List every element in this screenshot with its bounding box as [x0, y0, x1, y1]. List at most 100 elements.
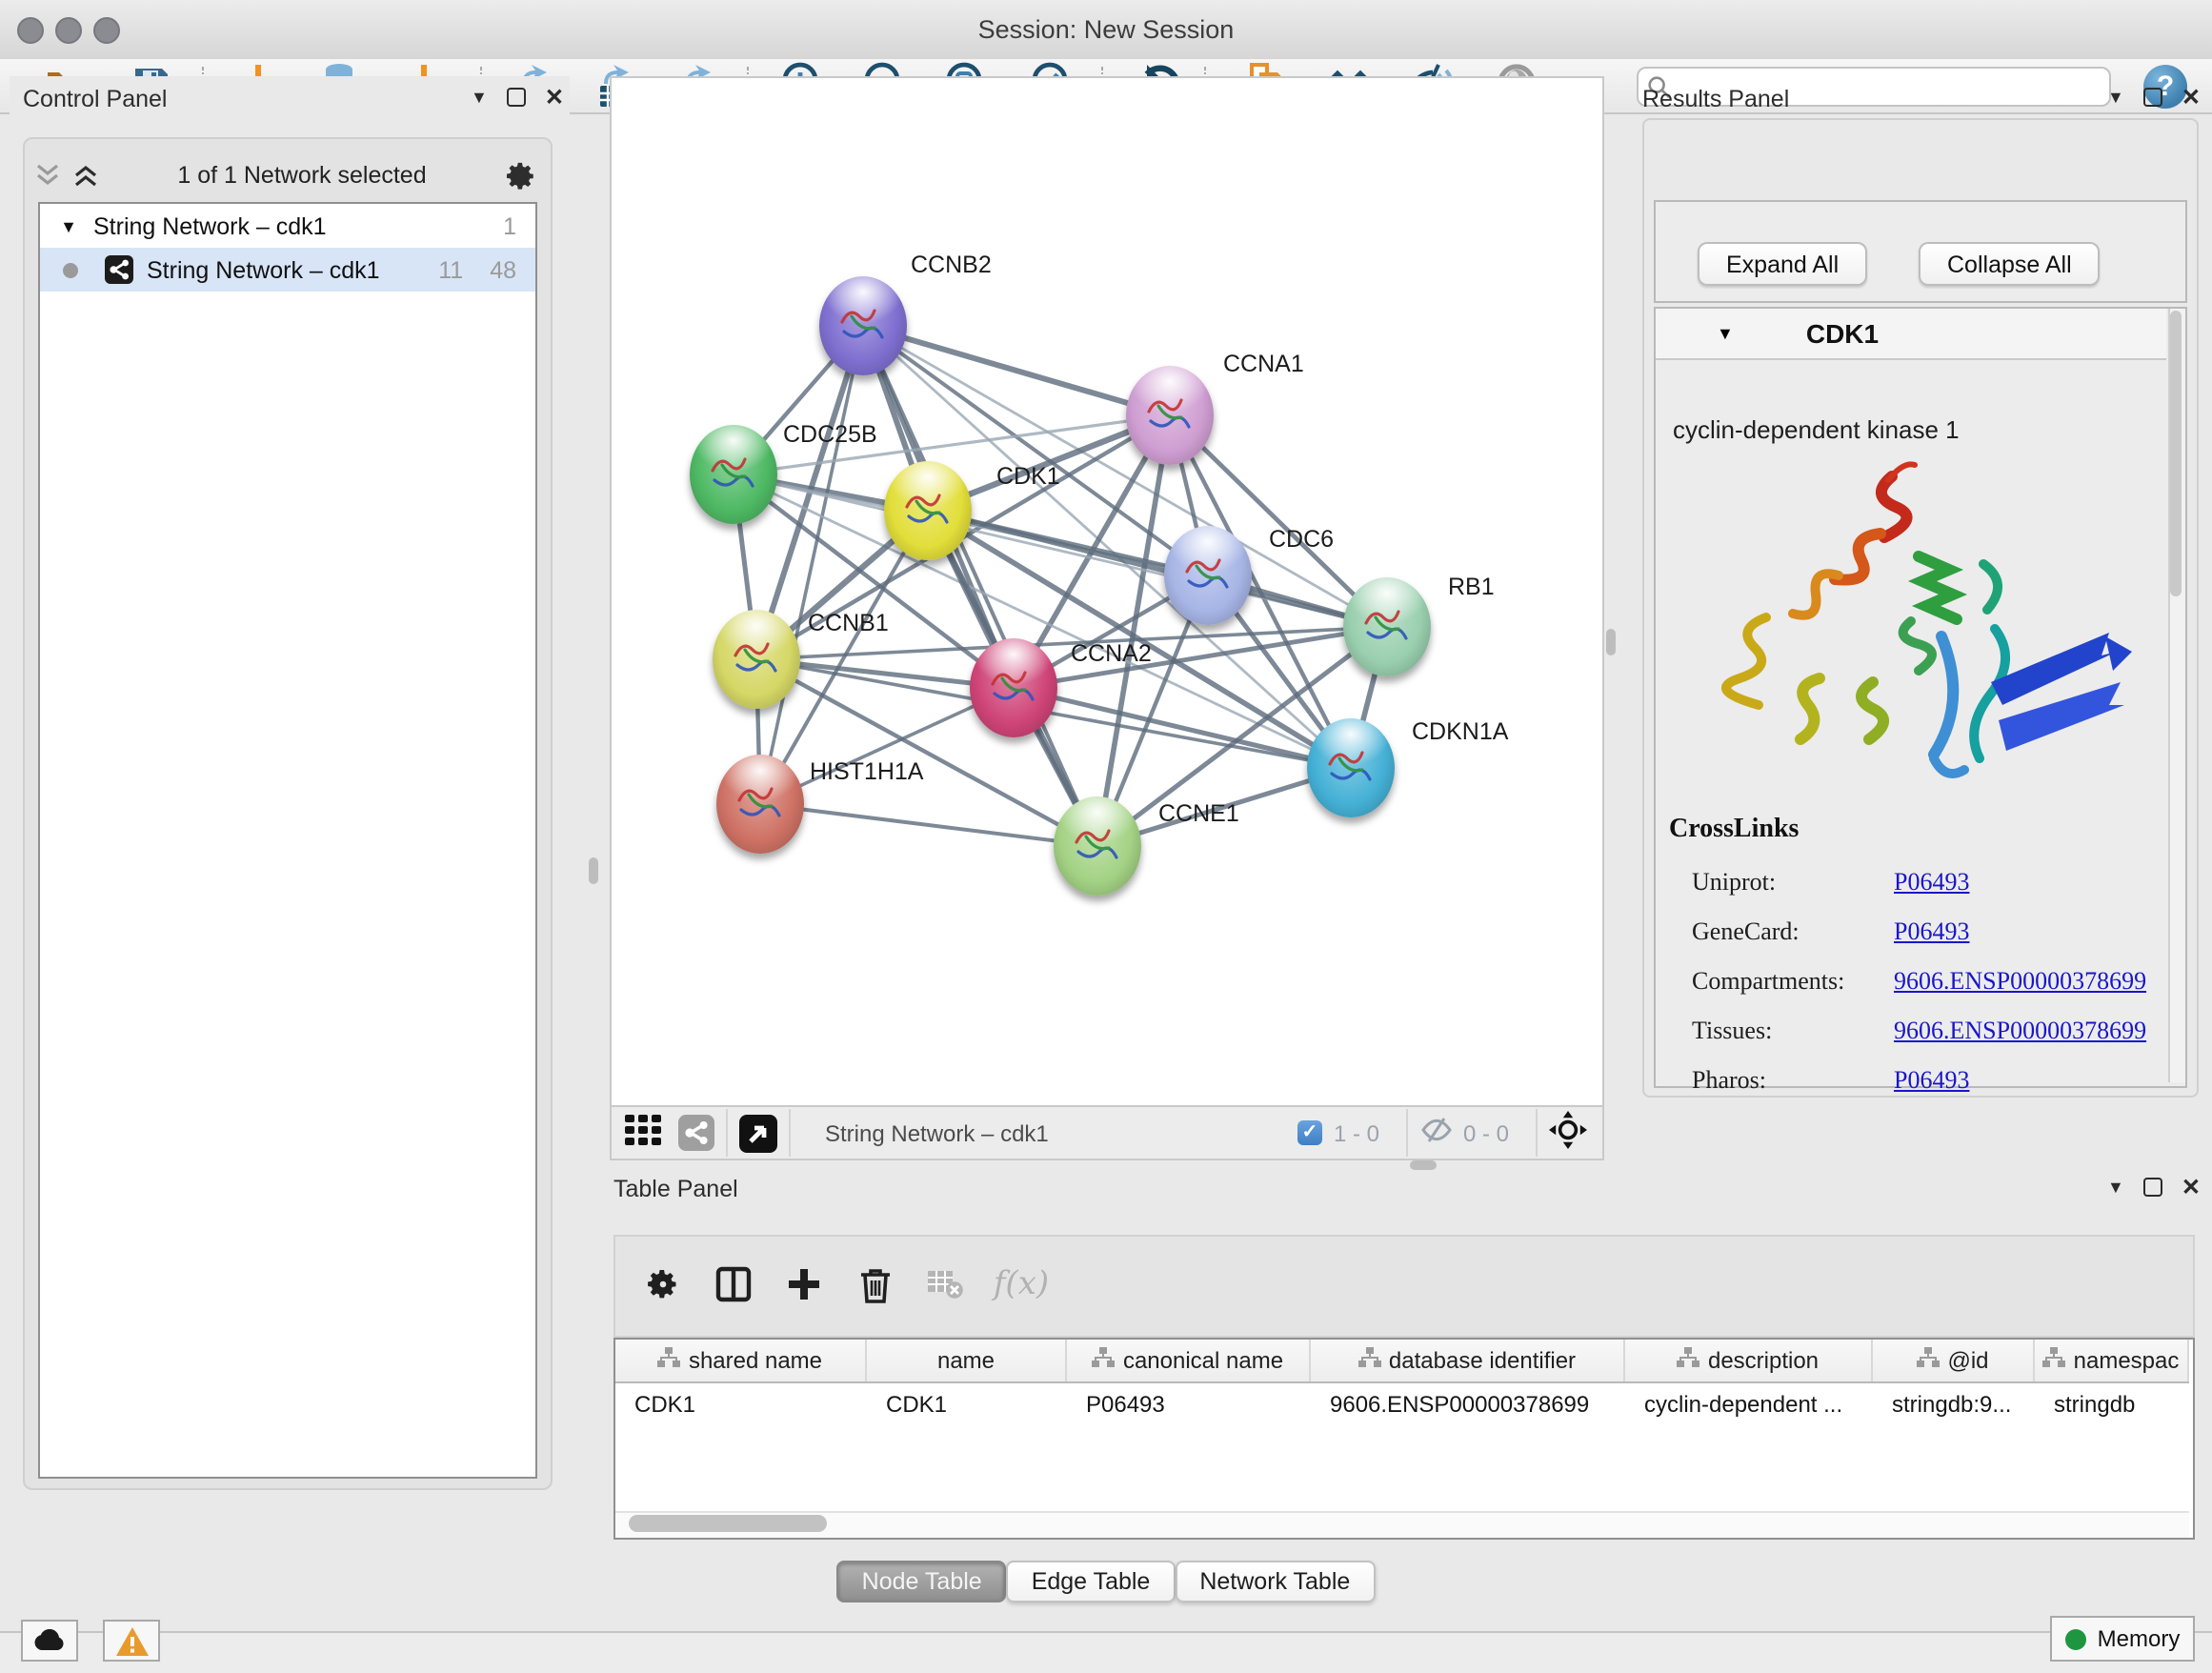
crosslink-link[interactable]: P06493	[1894, 917, 1969, 947]
column-type-icon	[1917, 1347, 1940, 1374]
tab-network-table[interactable]: Network Table	[1175, 1561, 1375, 1602]
table-cell[interactable]: 9606.ENSP00000378699	[1311, 1383, 1625, 1425]
column-header-canonical-name[interactable]: canonical name	[1067, 1340, 1311, 1381]
node-CDKN1A[interactable]	[1307, 718, 1395, 817]
panel-menu-icon[interactable]: ▼	[2107, 1178, 2124, 1197]
delete-table-icon[interactable]	[920, 1256, 970, 1313]
panel-menu-icon[interactable]: ▼	[471, 88, 488, 107]
crosslink-link[interactable]: P06493	[1894, 1065, 1969, 1096]
window-title: Session: New Session	[0, 15, 2212, 44]
expand-all-icon[interactable]	[72, 164, 99, 187]
column-label: database identifier	[1389, 1347, 1576, 1374]
node-CDK1[interactable]	[884, 461, 972, 560]
collapse-all-button[interactable]: Collapse All	[1919, 242, 2101, 286]
panel-close-icon[interactable]: ✕	[545, 84, 564, 111]
panel-menu-icon[interactable]: ▼	[2107, 88, 2124, 107]
crosslink-link[interactable]: 9606.ENSP00000378699	[1894, 1016, 2146, 1046]
panel-float-icon[interactable]	[2143, 88, 2162, 107]
memory-status-dot	[2065, 1628, 2086, 1649]
crosslink-label: Uniprot:	[1692, 867, 1894, 897]
edge-CCNB2-CCNA1[interactable]	[863, 326, 1170, 415]
crosslinks-heading: CrossLinks	[1669, 816, 1799, 846]
panel-close-icon[interactable]: ✕	[2182, 84, 2201, 111]
node-label-CDC6: CDC6	[1269, 526, 1334, 553]
node-HIST1H1A[interactable]	[716, 755, 804, 854]
function-icon[interactable]: f(x)	[996, 1256, 1046, 1313]
node-CCNA2[interactable]	[970, 638, 1057, 737]
column-header-database-identifier[interactable]: database identifier	[1311, 1340, 1625, 1381]
cloud-icon[interactable]	[21, 1620, 78, 1662]
column-header--id[interactable]: @id	[1873, 1340, 2035, 1381]
selected-count: 1 - 0	[1334, 1119, 1379, 1146]
tree-expand-icon[interactable]: ▼	[55, 216, 82, 235]
node-CCNA1[interactable]	[1126, 366, 1214, 465]
splitter-handle-right[interactable]	[1606, 629, 1616, 655]
node-CCNB2[interactable]	[819, 276, 907, 375]
node-RB1[interactable]	[1343, 577, 1431, 676]
selected-checkbox-icon[interactable]: ✓	[1297, 1120, 1322, 1145]
column-header-name[interactable]: name	[867, 1340, 1067, 1381]
network-canvas[interactable]: CCNB2CCNA1CDC25BCDK1CDC6RB1CCNB1CCNA2CDK…	[610, 76, 1604, 1109]
node-label-CCNB2: CCNB2	[911, 252, 992, 278]
hidden-count: 0 - 0	[1463, 1119, 1509, 1146]
gear-icon[interactable]	[505, 159, 537, 191]
column-label: namespac	[2074, 1347, 2180, 1374]
edge-HIST1H1A-CCNE1[interactable]	[760, 804, 1097, 846]
section-collapse-icon[interactable]: ▼	[1717, 324, 1734, 343]
results-scrollbar-thumb[interactable]	[2170, 311, 2182, 596]
column-header-description[interactable]: description	[1625, 1340, 1873, 1381]
node-label-CCNE1: CCNE1	[1158, 800, 1239, 827]
table-cell[interactable]: CDK1	[615, 1383, 867, 1425]
column-label: name	[937, 1347, 995, 1374]
status-bar	[0, 1631, 2212, 1673]
table-cell[interactable]: P06493	[1067, 1383, 1311, 1425]
node-CDC6[interactable]	[1164, 526, 1252, 625]
panel-float-icon[interactable]	[507, 88, 526, 107]
table-row[interactable]: CDK1CDK1P064939606.ENSP00000378699cyclin…	[615, 1383, 2189, 1425]
table-toolbar: f(x)	[613, 1235, 2195, 1338]
column-header-shared-name[interactable]: shared name	[615, 1340, 867, 1381]
collapse-all-icon[interactable]	[34, 164, 61, 187]
crosslink-link[interactable]: 9606.ENSP00000378699	[1894, 966, 2146, 997]
crosslink-row: Pharos:P06493	[1692, 1065, 2168, 1096]
node-CCNB1[interactable]	[713, 610, 800, 709]
table-hscrollbar-thumb[interactable]	[629, 1515, 827, 1532]
panel-close-icon[interactable]: ✕	[2182, 1174, 2201, 1200]
network-tree-root-row[interactable]: ▼ String Network – cdk1 1	[40, 204, 535, 248]
table-cell[interactable]: CDK1	[867, 1383, 1067, 1425]
table-hscrollbar-track[interactable]	[615, 1511, 2189, 1538]
node-label-CCNA1: CCNA1	[1223, 351, 1304, 377]
gear-icon[interactable]	[638, 1256, 688, 1313]
open-in-new-icon[interactable]	[739, 1114, 777, 1152]
table-header-row: shared name name canonical name database id…	[615, 1340, 2189, 1383]
splitter-handle-left[interactable]	[589, 857, 598, 884]
split-columns-icon[interactable]	[709, 1256, 758, 1313]
node-CCNE1[interactable]	[1054, 796, 1141, 896]
memory-label: Memory	[2098, 1625, 2181, 1652]
table-cell[interactable]: stringdb:9...	[1873, 1383, 2035, 1425]
tab-node-table[interactable]: Node Table	[837, 1561, 1007, 1602]
gene-section-header[interactable]: ▼ CDK1	[1656, 309, 2166, 360]
tab-edge-table[interactable]: Edge Table	[1007, 1561, 1176, 1602]
column-type-icon	[1358, 1347, 1381, 1374]
network-tree-child-row[interactable]: String Network – cdk1 11 48	[40, 248, 535, 292]
gene-symbol: CDK1	[1806, 318, 1879, 349]
trash-icon[interactable]	[850, 1256, 899, 1313]
expand-all-button[interactable]: Expand All	[1698, 242, 1867, 286]
memory-button[interactable]: Memory	[2050, 1616, 2195, 1662]
table-cell[interactable]: stringdb	[2035, 1383, 2189, 1425]
warning-icon[interactable]	[103, 1620, 160, 1662]
network-selected-status: 1 of 1 Network selected	[99, 162, 505, 189]
fit-selected-crosshair-icon[interactable]	[1549, 1111, 1587, 1155]
birdseye-grid-icon[interactable]	[625, 1114, 663, 1152]
share-network-icon[interactable]	[678, 1115, 714, 1151]
crosslink-link[interactable]: P06493	[1894, 867, 1969, 897]
edge-CCNB2-HIST1H1A[interactable]	[760, 326, 863, 804]
node-CDC25B[interactable]	[690, 425, 777, 524]
table-cell[interactable]: cyclin-dependent ...	[1625, 1383, 1873, 1425]
plus-icon[interactable]	[779, 1256, 829, 1313]
crosslink-label: GeneCard:	[1692, 917, 1894, 947]
crosslink-label: Tissues:	[1692, 1016, 1894, 1046]
column-header-namespac[interactable]: namespac	[2035, 1340, 2189, 1381]
panel-float-icon[interactable]	[2143, 1178, 2162, 1197]
